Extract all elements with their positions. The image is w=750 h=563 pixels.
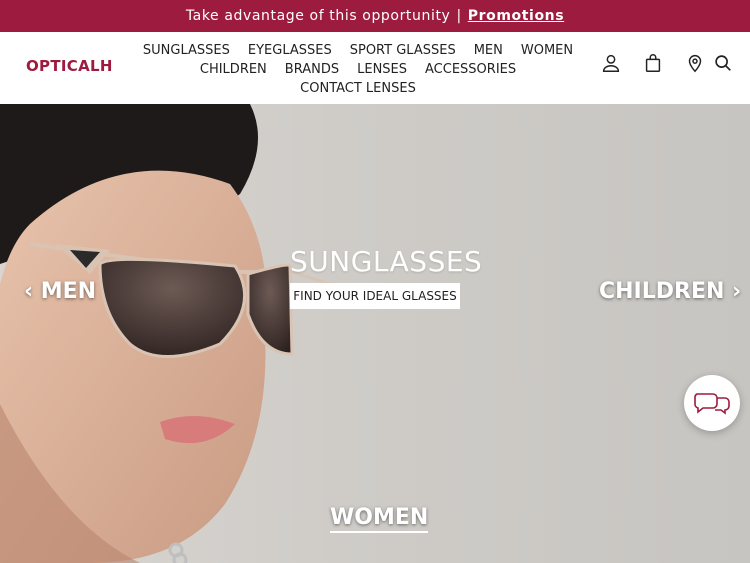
nav-item-lenses[interactable]: LENSES (357, 62, 407, 77)
nav-item-sport-glasses[interactable]: SPORT GLASSES (350, 43, 456, 58)
children-slide-link[interactable]: CHILDREN › (599, 279, 741, 304)
user-icon[interactable] (600, 52, 622, 74)
logo[interactable]: OPTICALH (26, 57, 113, 75)
nav-item-contact-lenses[interactable]: CONTACT LENSES (300, 81, 416, 96)
header-icons (600, 52, 740, 76)
bag-icon[interactable] (642, 52, 664, 74)
promo-bar: Take advantage of this opportunity | Pro… (0, 0, 750, 32)
nav-item-accessories[interactable]: ACCESSORIES (425, 62, 516, 77)
location-icon[interactable] (684, 52, 706, 74)
nav-item-children[interactable]: CHILDREN (200, 62, 267, 77)
nav-item-brands[interactable]: BRANDS (285, 62, 339, 77)
men-slide-link[interactable]: ‹ MEN (24, 279, 96, 304)
search-icon[interactable] (712, 52, 734, 74)
nav-item-sunglasses[interactable]: SUNGLASSES (143, 43, 230, 58)
site-header: OPTICALH SUNGLASSES EYEGLASSES SPORT GLASS… (0, 32, 750, 104)
chat-button[interactable] (684, 375, 740, 431)
hero-title: SUNGLASSES (290, 245, 483, 278)
main-nav: SUNGLASSES EYEGLASSES SPORT GLASSES MEN WOME… (128, 41, 588, 98)
women-slide-link[interactable]: WOMEN (330, 505, 429, 533)
nav-item-men[interactable]: MEN (474, 43, 503, 58)
chat-icon (694, 393, 730, 415)
promotions-link[interactable]: Promotions (468, 8, 564, 24)
nav-item-eyeglasses[interactable]: EYEGLASSES (248, 43, 332, 58)
find-glasses-button[interactable]: FIND YOUR IDEAL GLASSES (290, 283, 460, 309)
hero-image (0, 104, 331, 563)
hero-banner[interactable]: SUNGLASSES FIND YOUR IDEAL GLASSES ‹ MEN… (0, 104, 750, 563)
nav-item-women[interactable]: WOMEN (521, 43, 573, 58)
promo-separator: | (456, 8, 462, 24)
promo-text: Take advantage of this opportunity (185, 8, 451, 24)
